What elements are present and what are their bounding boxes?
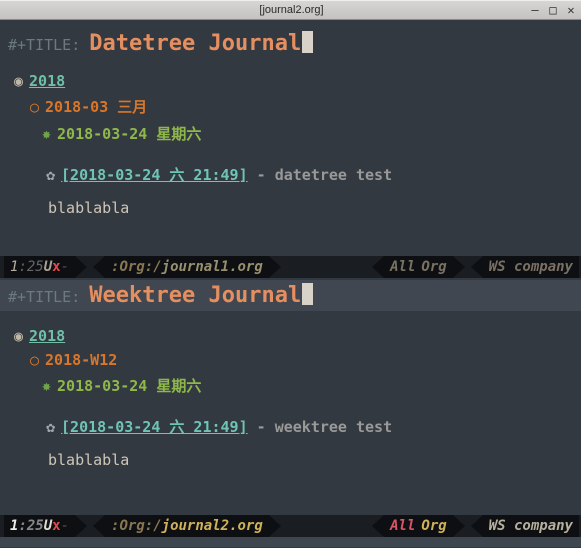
heading-year: ◉ 2018 [8, 66, 573, 90]
bullet-star-icon: ✸ [42, 125, 51, 143]
minimize-icon[interactable]: — [529, 4, 541, 16]
major-mode: Org [421, 518, 446, 534]
month-text: 2018-03 三月 [45, 98, 147, 116]
week-text: 2018-W12 [45, 351, 117, 369]
modeline-active: 1:25 Ux- :Org:/journal2.org All Org WS c… [0, 515, 581, 537]
bullet-ring-icon: ◉ [14, 327, 23, 345]
title-text: Datetree Journal [89, 31, 301, 56]
position-indicator: All [390, 518, 415, 534]
position-indicator: All [390, 259, 415, 275]
separator-icon [372, 256, 384, 278]
maximize-icon[interactable]: □ [547, 4, 559, 16]
separator-icon [93, 515, 105, 537]
org-title-line: #+TITLE: Datetree Journal [8, 25, 573, 56]
buffer-pane-1[interactable]: #+TITLE: Datetree Journal ◉ 2018 ○ 2018-03… [0, 20, 581, 256]
separator-icon [93, 256, 105, 278]
bullet-diamond-icon: ✿ [46, 418, 55, 436]
bullet-open-icon: ○ [30, 351, 39, 369]
modified-flag-icon: x [52, 518, 60, 534]
workspace-label: WS company [489, 518, 573, 534]
org-title-line: #+TITLE: Weektree Journal [0, 280, 581, 311]
separator-icon [372, 515, 384, 537]
year-text: 2018 [29, 327, 65, 345]
mode-context: :Org: [111, 259, 153, 275]
separator-icon [269, 256, 281, 278]
separator-icon [471, 515, 483, 537]
heading-year: ◉ 2018 [8, 321, 573, 345]
line-col: 1:25 [10, 259, 44, 275]
line-col: 1:25 [10, 518, 44, 534]
modified-flag-icon: x [52, 259, 60, 275]
window-controls: — □ ✕ [529, 4, 577, 16]
encoding-flag: U [44, 518, 52, 534]
bullet-diamond-icon: ✿ [46, 166, 55, 184]
heading-week: ○ 2018-W12 [8, 345, 573, 369]
mode-context: :Org: [111, 518, 153, 534]
heading-day: ✸ 2018-03-24 星期六 [8, 117, 573, 144]
modeline-inactive: 1:25 Ux- :Org:/journal1.org All Org WS c… [0, 256, 581, 278]
separator-icon [453, 515, 465, 537]
buffer-filename: journal2.org [162, 518, 263, 534]
workspace-label: WS company [489, 259, 573, 275]
bullet-open-icon: ○ [30, 98, 39, 116]
heading-month: ○ 2018-03 三月 [8, 90, 573, 117]
entry-line: ✿ [2018-03-24 六 21:49] - weektree test [8, 410, 573, 437]
separator-icon [269, 515, 281, 537]
entry-body: blablabla [8, 437, 573, 469]
separator-icon [75, 515, 87, 537]
major-mode: Org [421, 259, 446, 275]
bullet-ring-icon: ◉ [14, 72, 23, 90]
separator-icon [75, 256, 87, 278]
entry-body: blablabla [8, 185, 573, 217]
separator-icon [453, 256, 465, 278]
window-title: [journal2.org] [54, 4, 529, 16]
entry-line: ✿ [2018-03-24 六 21:49] - datetree test [8, 158, 573, 185]
heading-day: ✸ 2018-03-24 星期六 [8, 369, 573, 396]
encoding-flag: U [44, 259, 52, 275]
entry-title: - weektree test [248, 418, 393, 436]
title-keyword: #+TITLE: [8, 36, 89, 54]
bullet-star-icon: ✸ [42, 377, 51, 395]
timestamp-link[interactable]: [2018-03-24 六 21:49] [61, 166, 248, 184]
minibuffer[interactable] [0, 537, 581, 547]
title-keyword: #+TITLE: [8, 288, 89, 306]
year-text: 2018 [29, 72, 65, 90]
timestamp-link[interactable]: [2018-03-24 六 21:49] [61, 418, 248, 436]
close-icon[interactable]: ✕ [565, 4, 577, 16]
cursor-icon [302, 283, 313, 305]
title-text: Weektree Journal [89, 283, 301, 308]
buffer-filename: journal1.org [162, 259, 263, 275]
separator-icon [471, 256, 483, 278]
buffer-pane-2[interactable]: #+TITLE: Weektree Journal ◉ 2018 ○ 2018-W1… [0, 278, 581, 515]
cursor-icon [302, 31, 313, 53]
day-text: 2018-03-24 星期六 [57, 377, 201, 395]
window-titlebar: [journal2.org] — □ ✕ [0, 0, 581, 20]
entry-title: - datetree test [248, 166, 393, 184]
day-text: 2018-03-24 星期六 [57, 125, 201, 143]
